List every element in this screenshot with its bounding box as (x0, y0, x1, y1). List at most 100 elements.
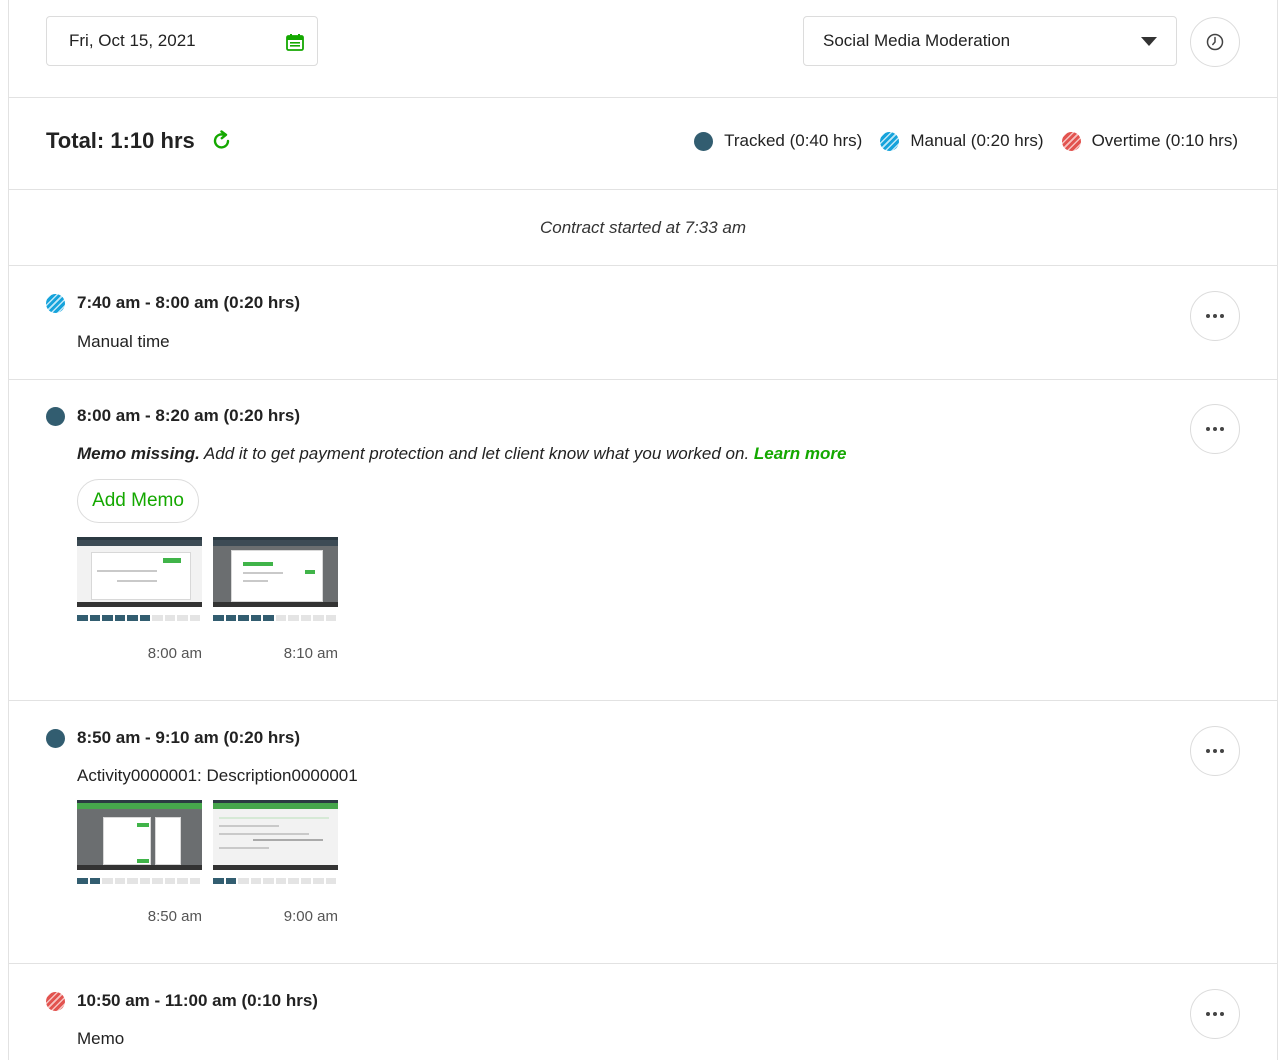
shot-line (219, 817, 329, 819)
activity-block (89, 615, 100, 621)
activity-block (288, 878, 299, 884)
screenshot-thumbnail[interactable] (77, 537, 202, 607)
segment-time-label: 8:00 am - 8:20 am (0:20 hrs) (77, 406, 300, 425)
activity-meter (77, 878, 202, 884)
divider (8, 379, 1278, 380)
activity-block (139, 615, 150, 621)
screenshot-thumbnail[interactable] (77, 800, 202, 870)
screenshot-thumbnail[interactable] (213, 537, 338, 607)
shot-taskbar (213, 602, 338, 607)
segment-time: 7:40 am - 8:00 am (0:20 hrs) (46, 293, 300, 313)
shot-panel (155, 817, 181, 865)
activity-block (313, 878, 324, 884)
shot-taskbar (77, 602, 202, 607)
activity-block (102, 615, 113, 621)
total-hours: Total: 1:10 hrs (46, 128, 233, 154)
more-icon-dot (1213, 749, 1217, 753)
contract-select-value: Social Media Moderation (823, 31, 1011, 50)
more-icon-dot (1213, 1012, 1217, 1016)
shot-button (137, 823, 149, 827)
activity-block (250, 615, 261, 621)
activity-block (189, 878, 200, 884)
memo-missing-text: Add it to get payment protection and let… (199, 444, 754, 463)
shot-line (97, 570, 157, 572)
shot-line (243, 580, 268, 582)
shot-button (243, 562, 273, 566)
segment-time-label: 7:40 am - 8:00 am (0:20 hrs) (77, 293, 300, 312)
divider (8, 700, 1278, 701)
activity-block (189, 615, 200, 621)
activity-meter (77, 615, 202, 621)
learn-more-link[interactable]: Learn more (754, 444, 847, 463)
activity-block (114, 615, 125, 621)
legend-overtime: Overtime (0:10 hrs) (1061, 131, 1238, 151)
divider (8, 97, 1278, 98)
activity-block (102, 878, 113, 884)
segment-more-button[interactable] (1190, 989, 1240, 1039)
segment-more-button[interactable] (1190, 404, 1240, 454)
date-picker[interactable]: Fri, Oct 15, 2021 (46, 16, 318, 66)
screenshot-time: 8:10 am (283, 645, 338, 662)
timezone-button[interactable] (1190, 17, 1240, 67)
divider (8, 963, 1278, 964)
activity-block (213, 878, 224, 884)
manual-dot-icon (46, 293, 65, 313)
more-icon (1206, 427, 1210, 431)
activity-block (238, 615, 249, 621)
memo-missing-notice: Memo missing. Add it to get payment prot… (77, 444, 846, 464)
more-icon (1206, 749, 1210, 753)
activity-block (213, 615, 224, 621)
activity-meter (213, 878, 338, 884)
segment-more-button[interactable] (1190, 726, 1240, 776)
shot-toolbar (77, 803, 202, 809)
more-icon (1206, 314, 1210, 318)
shot-line (253, 839, 323, 841)
more-icon-dot (1213, 314, 1217, 318)
activity-block (114, 878, 125, 884)
memo-missing-title: Memo missing. (77, 444, 200, 463)
activity-block (313, 615, 324, 621)
contract-select[interactable]: Social Media Moderation (803, 16, 1177, 66)
tracked-dot-icon (694, 131, 714, 151)
legend-label: Overtime (0:10 hrs) (1091, 131, 1238, 150)
shot-button (163, 558, 181, 563)
activity-block (152, 878, 163, 884)
activity-block (250, 878, 261, 884)
activity-block (177, 615, 188, 621)
shot-button (137, 859, 149, 863)
activity-block (263, 615, 274, 621)
add-memo-button[interactable]: Add Memo (77, 479, 199, 523)
shot-line (117, 580, 157, 582)
legend-manual: Manual (0:20 hrs) (880, 131, 1044, 151)
divider (8, 189, 1278, 190)
activity-block (275, 615, 286, 621)
segment-description: Memo (77, 1029, 125, 1048)
activity-block (127, 615, 138, 621)
screenshot-time: 9:00 am (283, 908, 338, 925)
clock-icon (1206, 33, 1224, 51)
tracked-dot-icon (46, 728, 65, 748)
activity-block (164, 615, 175, 621)
shot-toolbar (213, 803, 338, 809)
activity-block (225, 615, 236, 621)
activity-block (164, 878, 175, 884)
more-icon-dot (1220, 1012, 1224, 1016)
more-icon-dot (1220, 749, 1224, 753)
shot-toolbar (213, 540, 338, 546)
activity-meter (213, 615, 338, 621)
segment-more-button[interactable] (1190, 291, 1240, 341)
shot-button (305, 570, 315, 574)
overtime-dot-icon (1061, 131, 1081, 151)
screenshot-thumbnail[interactable] (213, 800, 338, 870)
segment-description: Manual time (77, 332, 170, 351)
activity-block (139, 878, 150, 884)
more-icon-dot (1220, 314, 1224, 318)
activity-block (275, 878, 286, 884)
screenshot-time: 8:50 am (147, 908, 202, 925)
segment-time: 8:50 am - 9:10 am (0:20 hrs) (46, 728, 300, 748)
legend-label: Manual (0:20 hrs) (910, 131, 1044, 150)
shot-toolbar (77, 540, 202, 546)
refresh-icon[interactable] (211, 130, 233, 152)
shot-line (219, 833, 309, 835)
manual-dot-icon (880, 131, 900, 151)
